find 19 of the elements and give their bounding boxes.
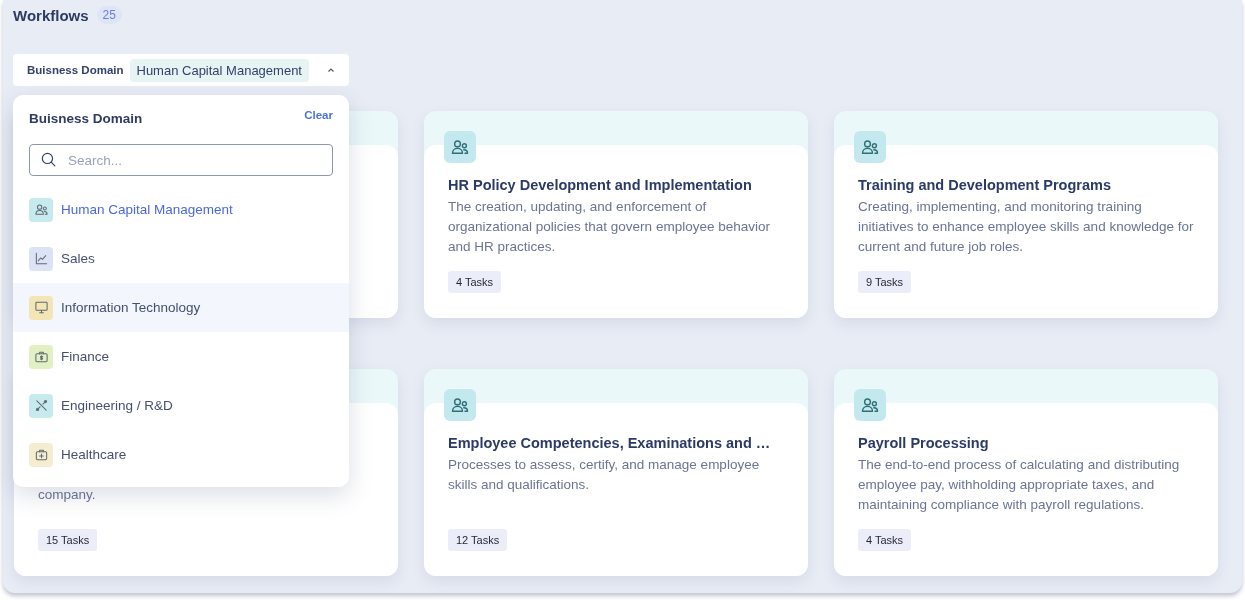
count-badge: 25 xyxy=(96,6,122,24)
task-count: 4 Tasks xyxy=(448,271,502,293)
filter-label: Buisness Domain xyxy=(27,64,124,76)
card-description: The end-to-end process of calculating and distributing employee pay, withholding appropriate taxes, and maintaining compliance with payroll regulations. xyxy=(858,456,1181,514)
card-title: Employee Competencies, Examinations and … xyxy=(448,434,772,453)
task-count: 4 Tasks xyxy=(858,529,912,551)
task-count: 15 Tasks xyxy=(38,529,98,551)
card-description: Creating, implementing, and monitoring training initiatives to enhance employee skills and knowledge for current and future job roles. xyxy=(858,198,1194,256)
task-count: 12 Tasks xyxy=(448,529,508,551)
card-description: The creation, updating, and enforcement of organizational policies that govern employee behavior and HR practices. xyxy=(448,198,771,256)
task-count: 9 Tasks xyxy=(858,271,912,293)
card-title: Payroll Processing xyxy=(858,434,990,453)
card-title: HR Policy Development and Implementation xyxy=(448,176,753,195)
page-title: Workflows xyxy=(13,6,89,24)
card-description: company. xyxy=(38,486,97,504)
card-description: Processes to assess, certify, and manage employee skills and qualifications. xyxy=(448,456,761,494)
dropdown-title: Buisness Domain xyxy=(29,111,143,126)
card-title: Training and Development Programs xyxy=(858,176,1112,195)
filter-value: Human Capital Management xyxy=(129,58,309,82)
